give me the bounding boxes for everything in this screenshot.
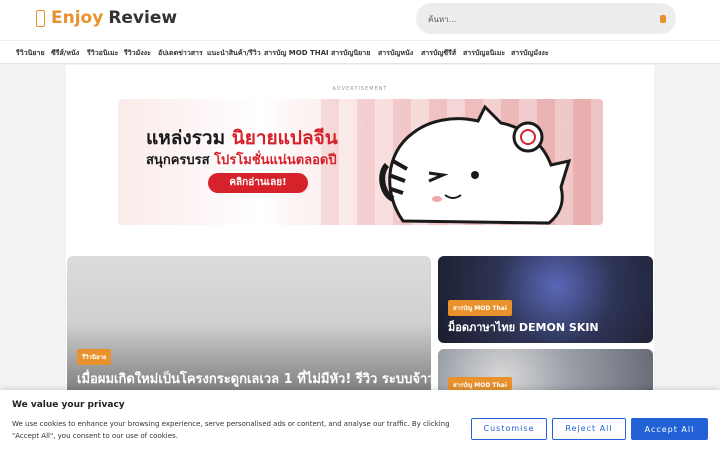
search-box <box>416 3 676 34</box>
nav-item-manga-index[interactable]: สารบัญมังงะ <box>511 48 549 59</box>
nav-item-news[interactable]: อัปเดตข่าวสาร <box>158 48 203 59</box>
cookie-text: We use cookies to enhance your browsing … <box>12 420 450 440</box>
cookie-title: We value your privacy <box>12 400 125 410</box>
banner-subline-prefix: สนุกครบรส <box>146 153 215 168</box>
banner-subline-highlight: โปรโมชั่นแน่นตลอดปี <box>214 153 337 168</box>
banner-subline: สนุกครบรส โปรโมชั่นแน่นตลอดปี <box>146 149 337 170</box>
nav-item-novel-index[interactable]: สารบัญนิยาย <box>331 48 370 59</box>
customise-button[interactable]: Customise <box>471 418 547 440</box>
nav-item-anime-review[interactable]: รีวิวอนิเมะ <box>87 48 118 59</box>
banner-headline-prefix: แหล่งรวม <box>146 127 232 149</box>
reject-all-button[interactable]: Reject All <box>552 418 626 440</box>
cat-mascot-icon <box>379 104 572 225</box>
nav-item-manga-review[interactable]: รีวิวมังงะ <box>124 48 151 59</box>
search-icon[interactable] <box>660 15 666 23</box>
category-badge[interactable]: รีวิวนิยาย <box>77 349 112 365</box>
nav-item-series-movies[interactable]: ซีรีส์/หนัง <box>51 48 79 59</box>
accept-all-button[interactable]: Accept All <box>631 418 708 440</box>
ad-label: ADVERTISEMENT <box>332 86 388 92</box>
category-badge[interactable]: สารบัญ MOD Thai <box>448 300 512 316</box>
banner-cta-button[interactable]: คลิกอ่านเลย! <box>208 173 308 193</box>
logo-enjoy-text: Enjoy <box>51 8 104 28</box>
logo-review-text: Review <box>108 8 178 28</box>
nav-item-products[interactable]: แนะนำสินค้า/รีวิว <box>207 48 261 59</box>
nav-item-novel-review[interactable]: รีวิวนิยาย <box>16 48 45 59</box>
search-input[interactable] <box>428 11 638 27</box>
ad-banner[interactable]: แหล่งรวม นิยายแปลจีน สนุกครบรส โปรโมชั่น… <box>118 99 603 225</box>
nav-item-anime-index[interactable]: สารบัญอนิเมะ <box>463 48 505 59</box>
post-title[interactable]: เมื่อผมเกิดใหม่เป็นโครงกระดูกเลเวล 1 ที่… <box>77 368 431 389</box>
nav-item-movie-index[interactable]: สารบัญหนัง <box>378 48 413 59</box>
logo-icon <box>36 9 45 27</box>
main-nav: รีวิวนิยาย ซีรีส์/หนัง รีวิวอนิเมะ รีวิว… <box>0 40 720 64</box>
banner-headline-highlight: นิยายแปลจีน <box>231 127 338 149</box>
post-title[interactable]: ม็อดภาษาไทย DEMON SKIN <box>448 318 599 336</box>
featured-post-side[interactable]: สารบัญ MOD Thai ม็อดภาษาไทย DEMON SKIN <box>438 256 653 343</box>
nav-item-series-index[interactable]: สารบัญซีรีส์ <box>421 48 456 59</box>
nav-item-mod-thai[interactable]: สารบัญ MOD THAI <box>264 48 329 59</box>
site-header: Enjoy Review <box>0 0 720 40</box>
site-logo[interactable]: Enjoy Review <box>36 8 177 28</box>
